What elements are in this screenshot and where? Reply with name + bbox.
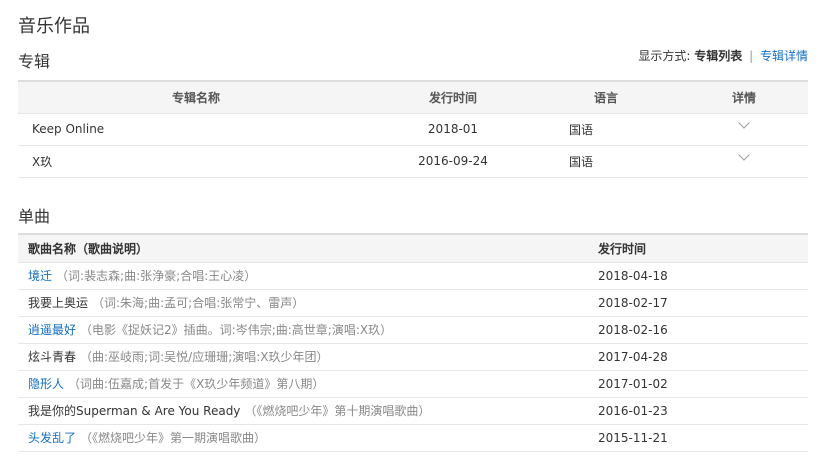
album-table: 专辑名称 发行时间 语言 详情 Keep Online 2018-01 国语 X… bbox=[18, 80, 808, 178]
display-mode-separator: | bbox=[749, 49, 754, 63]
single-name-cell: 我是你的Superman & Are You Ready （《燃烧吧少年》第十期演… bbox=[18, 396, 596, 424]
song-note: （词:裴志森;曲:张浄豪;合唱:王心凌） bbox=[56, 269, 257, 283]
single-row: 境迁 （词:裴志森;曲:张浄豪;合唱:王心凌） 2018-04-18 bbox=[18, 261, 808, 289]
single-date: 2015-11-21 bbox=[596, 423, 808, 452]
single-name-cell: 炫斗青春 （曲:巫岐雨;词:吴悦/应珊珊;演唱:X玖少年团） bbox=[18, 342, 596, 370]
song-note: （曲:巫岐雨;词:吴悦/应珊珊;演唱:X玖少年团） bbox=[80, 350, 329, 364]
album-row: X玖 2016-09-24 国语 bbox=[18, 144, 808, 178]
song-note: （词曲:伍嘉成;首发于《X玖少年频道》第八期） bbox=[68, 377, 325, 391]
single-date: 2017-01-02 bbox=[596, 369, 808, 397]
album-date: 2018-01 bbox=[374, 112, 532, 145]
album-lang: 国语 bbox=[532, 144, 680, 178]
song-title: 我是你的Superman & Are You Ready bbox=[28, 404, 241, 418]
chevron-down-icon[interactable] bbox=[738, 117, 750, 129]
album-detail-cell bbox=[680, 144, 808, 178]
album-name: X玖 bbox=[18, 144, 374, 178]
single-row: 隐形人 （词曲:伍嘉成;首发于《X玖少年频道》第八期） 2017-01-02 bbox=[18, 369, 808, 397]
single-name-cell: 我要上奥运 （词:朱海;曲:孟可;合唱:张常宁、雷声） bbox=[18, 288, 596, 316]
display-mode-detail-link[interactable]: 专辑详情 bbox=[760, 49, 808, 63]
album-col-date: 发行时间 bbox=[374, 81, 532, 113]
album-col-lang: 语言 bbox=[532, 81, 680, 113]
single-row: 我是你的Superman & Are You Ready （《燃烧吧少年》第十期演… bbox=[18, 396, 808, 424]
single-table: 歌曲名称（歌曲说明） 发行时间 境迁 （词:裴志森;曲:张浄豪;合唱:王心凌） 2… bbox=[18, 233, 808, 452]
display-mode-switcher: 显示方式: 专辑列表 | 专辑详情 bbox=[638, 47, 808, 64]
song-title: 炫斗青春 bbox=[28, 350, 77, 364]
single-date: 2018-02-17 bbox=[596, 288, 808, 316]
single-date: 2017-04-28 bbox=[596, 342, 808, 370]
single-date: 2016-01-23 bbox=[596, 396, 808, 424]
album-col-detail: 详情 bbox=[680, 81, 808, 113]
song-note: （《燃烧吧少年》第一期演唱歌曲） bbox=[80, 431, 267, 445]
song-title-link[interactable]: 境迁 bbox=[28, 269, 52, 283]
single-row: 我要上奥运 （词:朱海;曲:孟可;合唱:张常宁、雷声） 2018-02-17 bbox=[18, 288, 808, 316]
single-table-header: 歌曲名称（歌曲说明） 发行时间 bbox=[18, 234, 808, 262]
single-row: 头发乱了 （《燃烧吧少年》第一期演唱歌曲） 2015-11-21 bbox=[18, 423, 808, 452]
album-date: 2016-09-24 bbox=[374, 144, 532, 178]
album-name: Keep Online bbox=[18, 112, 374, 145]
album-table-header: 专辑名称 发行时间 语言 详情 bbox=[18, 81, 808, 113]
album-section-heading: 专辑 bbox=[18, 52, 51, 71]
single-row: 逍遥最好 （电影《捉妖记2》插曲。词:岑伟宗;曲:高世章;演唱:X玖） 2018-… bbox=[18, 315, 808, 343]
song-title-link[interactable]: 隐形人 bbox=[28, 377, 64, 391]
album-detail-cell bbox=[680, 112, 808, 145]
single-date: 2018-02-16 bbox=[596, 315, 808, 343]
single-name-cell: 逍遥最好 （电影《捉妖记2》插曲。词:岑伟宗;曲:高世章;演唱:X玖） bbox=[18, 315, 596, 343]
song-note: （电影《捉妖记2》插曲。词:岑伟宗;曲:高世章;演唱:X玖） bbox=[80, 323, 393, 337]
single-name-cell: 隐形人 （词曲:伍嘉成;首发于《X玖少年频道》第八期） bbox=[18, 369, 596, 397]
single-date: 2018-04-18 bbox=[596, 261, 808, 289]
song-title-link[interactable]: 逍遥最好 bbox=[28, 323, 76, 337]
single-section-heading: 单曲 bbox=[18, 207, 51, 226]
song-title: 我要上奥运 bbox=[28, 296, 89, 310]
album-col-name: 专辑名称 bbox=[18, 81, 374, 113]
single-name-cell: 头发乱了 （《燃烧吧少年》第一期演唱歌曲） bbox=[18, 423, 596, 452]
single-col-name: 歌曲名称（歌曲说明） bbox=[18, 234, 596, 262]
song-title-link[interactable]: 头发乱了 bbox=[28, 431, 76, 445]
song-note: （词:朱海;曲:孟可;合唱:张常宁、雷声） bbox=[92, 296, 305, 310]
single-name-cell: 境迁 （词:裴志森;曲:张浄豪;合唱:王心凌） bbox=[18, 261, 596, 289]
single-col-date: 发行时间 bbox=[596, 234, 808, 262]
display-mode-label: 显示方式: bbox=[638, 49, 691, 63]
album-row: Keep Online 2018-01 国语 bbox=[18, 112, 808, 145]
page-title: 音乐作品 bbox=[18, 16, 90, 37]
single-row: 炫斗青春 （曲:巫岐雨;词:吴悦/应珊珊;演唱:X玖少年团） 2017-04-28 bbox=[18, 342, 808, 370]
display-mode-current: 专辑列表 bbox=[694, 49, 743, 63]
chevron-down-icon[interactable] bbox=[738, 149, 750, 161]
album-lang: 国语 bbox=[532, 112, 680, 145]
song-note: （《燃烧吧少年》第十期演唱歌曲） bbox=[244, 404, 431, 418]
